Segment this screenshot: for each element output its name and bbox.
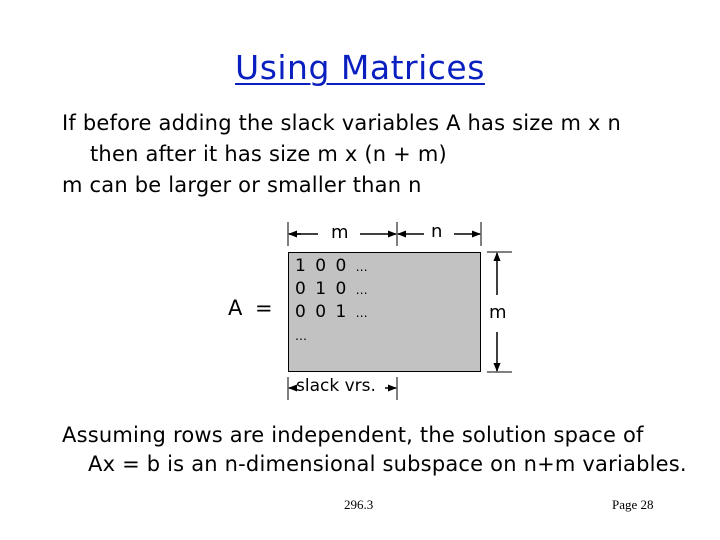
matrix-row-values: 0 1 0 [295, 279, 349, 299]
slack-variables-label: slack vrs. [296, 376, 376, 396]
matrix-row: … [295, 325, 307, 345]
matrix-box: 1 0 0 … 0 1 0 … 0 0 1 … … [288, 252, 481, 372]
conclusion-line-1: Assuming rows are independent, the solut… [62, 423, 644, 447]
top-dimension-n-label: n [431, 221, 443, 242]
matrix-row-values: 0 0 1 [295, 302, 349, 322]
matrix-row: 1 0 0 … [295, 256, 368, 276]
ellipsis: … [295, 329, 307, 343]
matrix-row: 0 1 0 … [295, 279, 368, 299]
footer-course-number: 296.3 [344, 497, 374, 512]
ellipsis: … [355, 283, 368, 297]
matrix-label: A = [228, 296, 276, 320]
matrix-row-values: 1 0 0 [295, 256, 349, 276]
right-dimension-m-label: m [489, 302, 507, 323]
top-dimension-m-label: m [331, 222, 349, 243]
footer-page-number: Page 28 [612, 497, 654, 512]
conclusion-line-2: Ax = b is an n-dimensional subspace on n… [88, 452, 687, 476]
ellipsis: … [355, 306, 368, 320]
matrix-row: 0 0 1 … [295, 302, 368, 322]
ellipsis: … [355, 260, 368, 274]
